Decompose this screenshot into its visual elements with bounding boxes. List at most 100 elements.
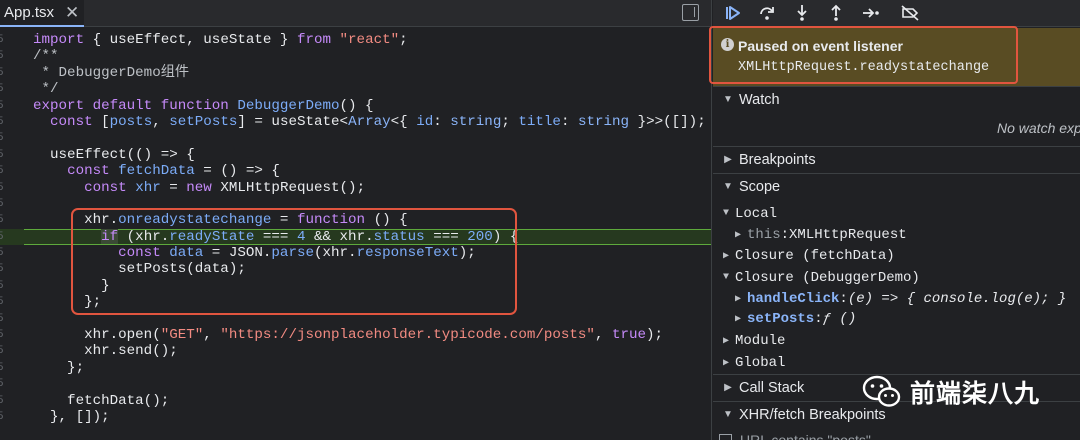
code-line[interactable]: }, []); <box>0 409 711 425</box>
scope-closure-debuggerdemo[interactable]: ▼ Closure (DebuggerDemo) <box>713 267 1080 288</box>
chevron-down-icon: ▼ <box>723 181 733 192</box>
resume-button[interactable] <box>721 2 745 24</box>
code-line[interactable]: /** <box>0 48 711 65</box>
code-line-text: useEffect(() => { <box>33 146 195 163</box>
close-icon[interactable]: ✕ <box>65 4 79 21</box>
scope-global[interactable]: ▶ Global <box>713 352 1080 373</box>
code-line[interactable] <box>0 376 711 392</box>
code-line-text: import { useEffect, useState } from "rea… <box>33 32 408 48</box>
line-number[interactable] <box>0 130 6 146</box>
code-line[interactable]: }; <box>0 294 711 311</box>
section-breakpoints[interactable]: ▶ Breakpoints <box>713 146 1080 172</box>
watermark: 前端柒八九 <box>862 372 1040 412</box>
code-line-text: setPosts(data); <box>33 261 246 278</box>
line-number[interactable] <box>0 114 6 130</box>
toggle-debugger-sidebar-icon[interactable] <box>682 4 699 21</box>
scope-var-this[interactable]: ▶ this: XMLHttpRequest <box>713 224 1080 245</box>
line-number[interactable] <box>0 48 6 64</box>
code-line-text: * DebuggerDemo组件 <box>33 64 190 81</box>
line-number[interactable] <box>0 343 6 359</box>
section-label: Call Stack <box>739 379 805 396</box>
code-line-text: }; <box>33 294 102 311</box>
code-line[interactable]: */ <box>0 81 711 97</box>
file-tab-app-tsx[interactable]: App.tsx ✕ <box>0 0 84 27</box>
xhr-breakpoint-checkbox[interactable] <box>719 433 732 440</box>
scope-label: Global <box>735 354 786 371</box>
line-number[interactable] <box>0 98 6 114</box>
line-number[interactable] <box>0 327 6 343</box>
step-into-button[interactable] <box>790 2 814 24</box>
step-over-button[interactable] <box>755 2 779 24</box>
step-button[interactable] <box>859 2 883 24</box>
code-line-text: xhr.send(); <box>33 343 178 360</box>
line-number[interactable] <box>0 245 6 261</box>
line-number[interactable] <box>0 393 6 409</box>
code-line[interactable] <box>0 196 711 212</box>
step-out-button[interactable] <box>824 2 848 24</box>
code-line[interactable]: }; <box>0 359 711 376</box>
separator-colon: : <box>780 226 790 243</box>
debugger-toolbar <box>713 0 1080 27</box>
line-number[interactable] <box>0 376 6 392</box>
line-number[interactable] <box>0 163 6 179</box>
deactivate-breakpoints-button[interactable] <box>898 2 922 24</box>
scope-closure-fetchdata[interactable]: ▶ Closure (fetchData) <box>713 245 1080 266</box>
line-number[interactable] <box>0 229 6 245</box>
code-line[interactable]: xhr.open("GET", "https://jsonplaceholder… <box>0 327 711 343</box>
code-line[interactable]: import { useEffect, useState } from "rea… <box>0 32 711 48</box>
scope-module[interactable]: ▶ Module <box>713 330 1080 351</box>
scope-var-setposts[interactable]: ▶ setPosts: ƒ () <box>713 308 1080 329</box>
code-line[interactable]: * DebuggerDemo组件 <box>0 64 711 81</box>
section-scope[interactable]: ▼ Scope <box>713 173 1080 199</box>
code-line[interactable] <box>0 130 711 146</box>
chevron-right-icon: ▶ <box>734 229 742 241</box>
line-number[interactable] <box>0 294 6 310</box>
paused-code-line[interactable]: if (xhr.readyState === 4 && xhr.status =… <box>0 228 711 246</box>
code-line-text: /** <box>33 48 59 65</box>
code-line[interactable]: xhr.send(); <box>0 343 711 360</box>
code-line[interactable]: xhr.onreadystatechange = function () { <box>0 212 711 228</box>
scope-local[interactable]: ▼ Local <box>713 203 1080 224</box>
scope-label: Local <box>735 205 778 222</box>
line-number[interactable] <box>0 65 6 81</box>
line-number[interactable] <box>0 261 6 277</box>
var-value: ƒ () <box>822 310 857 327</box>
line-number[interactable] <box>0 212 6 228</box>
xhr-breakpoint-row[interactable]: URL contains "posts" <box>713 430 1080 440</box>
scope-label: Closure (fetchData) <box>735 247 895 264</box>
code-line[interactable]: useEffect(() => { <box>0 146 711 163</box>
code-line[interactable] <box>0 311 711 327</box>
line-number[interactable] <box>0 196 6 212</box>
line-number[interactable] <box>0 81 6 97</box>
line-number[interactable] <box>0 311 6 327</box>
line-number[interactable] <box>0 409 6 425</box>
separator-colon: : <box>839 290 848 307</box>
line-number[interactable] <box>0 147 6 163</box>
chevron-right-icon: ▶ <box>722 335 730 347</box>
xhr-breakpoint-label: URL contains "posts" <box>740 432 871 440</box>
line-number[interactable] <box>0 360 6 376</box>
code-area[interactable]: import { useEffect, useState } from "rea… <box>0 32 711 425</box>
scope-var-handleclick[interactable]: ▶ handleClick: (e) => { console.log(e); … <box>713 288 1080 309</box>
code-line[interactable]: setPosts(data); <box>0 261 711 278</box>
code-line[interactable]: const [posts, setPosts] = useState<Array… <box>0 114 711 130</box>
code-line[interactable]: const fetchData = () => { <box>0 163 711 179</box>
chevron-right-icon: ▶ <box>724 154 732 165</box>
code-line-text: }; <box>33 359 85 376</box>
line-number[interactable] <box>0 278 6 294</box>
paused-status-banner: i Paused on event listener XMLHttpReques… <box>713 28 1080 86</box>
line-number[interactable] <box>0 32 6 48</box>
wechat-icon <box>862 375 901 407</box>
code-line[interactable]: const xhr = new XMLHttpRequest(); <box>0 180 711 196</box>
var-name: this <box>747 226 781 243</box>
line-number[interactable] <box>0 180 6 196</box>
section-label: Scope <box>739 178 781 195</box>
code-editor[interactable]: App.tsx ✕ import { useEffect, useState }… <box>0 0 712 440</box>
code-line[interactable]: const data = JSON.parse(xhr.responseText… <box>0 245 711 261</box>
code-line[interactable]: export default function DebuggerDemo() { <box>0 98 711 114</box>
code-line[interactable]: fetchData(); <box>0 393 711 409</box>
chevron-right-icon: ▶ <box>722 250 730 262</box>
paused-title: Paused on event listener <box>738 38 903 54</box>
section-watch[interactable]: ▼ Watch <box>713 86 1080 112</box>
code-line[interactable]: } <box>0 278 711 294</box>
